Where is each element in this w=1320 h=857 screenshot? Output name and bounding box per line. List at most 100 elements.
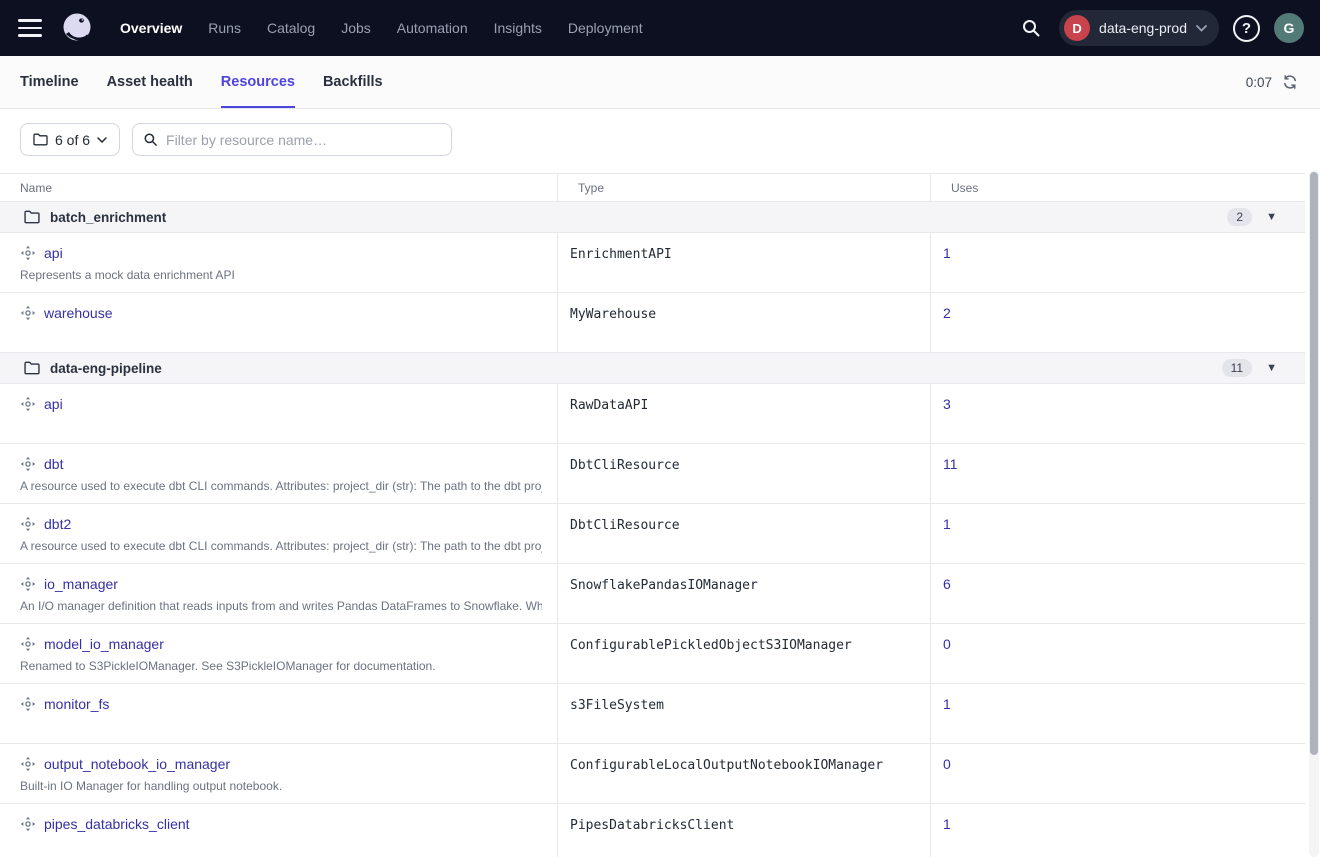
tab-timeline[interactable]: Timeline bbox=[20, 56, 79, 108]
filter-bar: 6 of 6 bbox=[0, 109, 1320, 173]
uses-count-link[interactable]: 0 bbox=[943, 756, 951, 772]
refresh-timer: 0:07 bbox=[1246, 75, 1272, 90]
resource-description: Renamed to S3PickleIOManager. See S3Pick… bbox=[20, 659, 542, 673]
uses-count-link[interactable]: 6 bbox=[943, 576, 951, 592]
tab-backfills[interactable]: Backfills bbox=[323, 56, 383, 108]
folder-icon bbox=[24, 361, 40, 375]
resource-description: A resource used to execute dbt CLI comma… bbox=[20, 539, 542, 553]
resource-icon bbox=[20, 516, 36, 532]
table-row: dbt A resource used to execute dbt CLI c… bbox=[0, 444, 1305, 504]
workspace-name: data-eng-prod bbox=[1099, 20, 1187, 36]
column-header-name: Name bbox=[0, 174, 557, 201]
uses-count-link[interactable]: 1 bbox=[943, 516, 951, 532]
uses-count-link[interactable]: 1 bbox=[943, 816, 951, 832]
table-row: api Represents a mock data enrichment AP… bbox=[0, 233, 1305, 293]
menu-icon[interactable] bbox=[16, 14, 44, 42]
resource-icon bbox=[20, 396, 36, 412]
resource-icon bbox=[20, 456, 36, 472]
table-row: dbt2 A resource used to execute dbt CLI … bbox=[0, 504, 1305, 564]
nav-jobs[interactable]: Jobs bbox=[341, 20, 371, 36]
table-row: api RawDataAPI 3 bbox=[0, 384, 1305, 444]
table-row: warehouse MyWarehouse 2 bbox=[0, 293, 1305, 353]
nav-overview[interactable]: Overview bbox=[120, 20, 182, 36]
workspace-avatar: D bbox=[1064, 15, 1090, 41]
tab-asset-health[interactable]: Asset health bbox=[107, 56, 193, 108]
uses-count-link[interactable]: 1 bbox=[943, 245, 951, 261]
table-row: io_manager An I/O manager definition tha… bbox=[0, 564, 1305, 624]
nav-deployment[interactable]: Deployment bbox=[568, 20, 643, 36]
resource-icon bbox=[20, 816, 36, 832]
resource-icon bbox=[20, 696, 36, 712]
resource-icon bbox=[20, 305, 36, 321]
resource-description: Represents a mock data enrichment API bbox=[20, 268, 542, 282]
resource-link[interactable]: output_notebook_io_manager bbox=[44, 756, 230, 772]
resource-link[interactable]: api bbox=[44, 396, 63, 412]
resource-link[interactable]: io_manager bbox=[44, 576, 118, 592]
nav-insights[interactable]: Insights bbox=[494, 20, 542, 36]
top-navbar: Overview Runs Catalog Jobs Automation In… bbox=[0, 0, 1320, 56]
resource-link[interactable]: dbt bbox=[44, 456, 63, 472]
resource-link[interactable]: dbt2 bbox=[44, 516, 71, 532]
resource-description: A resource used to execute dbt CLI comma… bbox=[20, 479, 542, 493]
table-row: pipes_databricks_client PipesDatabricksC… bbox=[0, 804, 1305, 857]
group-count-badge: 11 bbox=[1222, 359, 1252, 377]
help-icon[interactable]: ? bbox=[1233, 15, 1260, 42]
column-header-type: Type bbox=[557, 174, 930, 201]
uses-count-link[interactable]: 11 bbox=[943, 456, 958, 472]
folder-icon bbox=[24, 210, 40, 224]
group-row-batch-enrichment[interactable]: batch_enrichment 2 ▼ bbox=[0, 202, 1305, 233]
collapse-caret-icon[interactable]: ▼ bbox=[1266, 362, 1277, 374]
user-avatar[interactable]: G bbox=[1274, 13, 1304, 43]
group-name: batch_enrichment bbox=[50, 210, 166, 225]
tab-resources[interactable]: Resources bbox=[221, 56, 295, 108]
nav-automation[interactable]: Automation bbox=[397, 20, 468, 36]
resource-type: PipesDatabricksClient bbox=[570, 816, 734, 833]
resource-type: ConfigurableLocalOutputNotebookIOManager bbox=[570, 756, 883, 773]
scrollbar-thumb[interactable] bbox=[1310, 172, 1318, 755]
workspace-switcher[interactable]: D data-eng-prod bbox=[1059, 10, 1219, 46]
group-count-badge: 2 bbox=[1227, 208, 1252, 226]
refresh-area: 0:07 bbox=[1246, 72, 1300, 92]
resource-type: RawDataAPI bbox=[570, 396, 648, 413]
search-icon bbox=[143, 132, 158, 147]
resource-type: MyWarehouse bbox=[570, 305, 656, 322]
resource-link[interactable]: model_io_manager bbox=[44, 636, 164, 652]
resource-link[interactable]: api bbox=[44, 245, 63, 261]
resource-type: SnowflakePandasIOManager bbox=[570, 576, 758, 593]
resource-icon bbox=[20, 576, 36, 592]
collapse-caret-icon[interactable]: ▼ bbox=[1266, 211, 1277, 223]
resource-icon bbox=[20, 245, 36, 261]
vertical-scrollbar[interactable] bbox=[1309, 170, 1319, 857]
tabs: Timeline Asset health Resources Backfill… bbox=[20, 56, 383, 108]
resource-search bbox=[132, 123, 452, 156]
resource-type: ConfigurablePickledObjectS3IOManager bbox=[570, 636, 852, 653]
uses-count-link[interactable]: 2 bbox=[943, 305, 951, 321]
uses-count-link[interactable]: 1 bbox=[943, 696, 951, 712]
resource-link[interactable]: pipes_databricks_client bbox=[44, 816, 190, 832]
resource-description: An I/O manager definition that reads inp… bbox=[20, 599, 542, 613]
group-filter-label: 6 of 6 bbox=[55, 132, 90, 148]
resource-description: Built-in IO Manager for handling output … bbox=[20, 779, 542, 793]
resource-icon bbox=[20, 756, 36, 772]
group-name: data-eng-pipeline bbox=[50, 361, 162, 376]
nav-catalog[interactable]: Catalog bbox=[267, 20, 315, 36]
table-header: Name Type Uses bbox=[0, 174, 1305, 202]
nav-runs[interactable]: Runs bbox=[208, 20, 241, 36]
table-row: model_io_manager Renamed to S3PickleIOMa… bbox=[0, 624, 1305, 684]
column-header-uses: Uses bbox=[930, 174, 1305, 201]
group-row-data-eng-pipeline[interactable]: data-eng-pipeline 11 ▼ bbox=[0, 353, 1305, 384]
chevron-down-icon bbox=[1196, 25, 1207, 32]
uses-count-link[interactable]: 3 bbox=[943, 396, 951, 412]
search-icon[interactable] bbox=[1017, 14, 1045, 42]
folder-icon bbox=[33, 133, 48, 146]
tab-bar: Timeline Asset health Resources Backfill… bbox=[0, 56, 1320, 109]
table-row: output_notebook_io_manager Built-in IO M… bbox=[0, 744, 1305, 804]
dagster-logo-icon bbox=[58, 9, 96, 47]
group-filter-button[interactable]: 6 of 6 bbox=[20, 123, 120, 156]
resource-link[interactable]: monitor_fs bbox=[44, 696, 109, 712]
resource-icon bbox=[20, 636, 36, 652]
uses-count-link[interactable]: 0 bbox=[943, 636, 951, 652]
resource-link[interactable]: warehouse bbox=[44, 305, 113, 321]
resource-filter-input[interactable] bbox=[132, 123, 452, 156]
refresh-icon[interactable] bbox=[1280, 72, 1300, 92]
